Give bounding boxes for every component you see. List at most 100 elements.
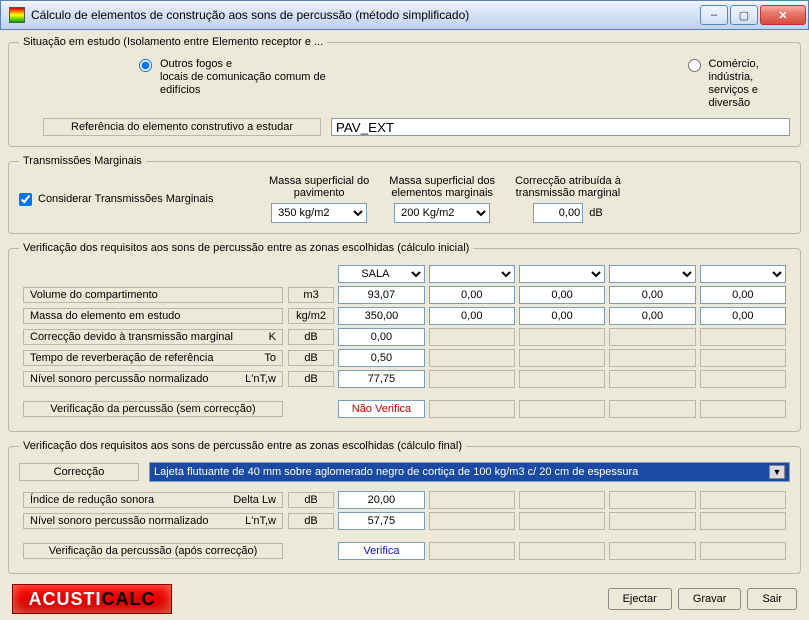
select-zona-4[interactable] — [609, 265, 695, 283]
label-correccao: Correcção — [19, 463, 139, 481]
close-button[interactable]: ✕ — [760, 5, 806, 25]
value-cell[interactable]: 0,00 — [429, 286, 515, 304]
unit-cell: dB — [288, 371, 334, 387]
button-sair[interactable]: Sair — [747, 588, 797, 610]
row-label: Volume do compartimento — [23, 287, 283, 303]
value-cell — [700, 512, 786, 530]
value-cell[interactable]: 0,00 — [338, 328, 424, 346]
verify-cell: Não Verifica — [338, 400, 424, 418]
value-cell — [700, 370, 786, 388]
value-cell — [609, 328, 695, 346]
value-cell — [519, 349, 605, 367]
row-label: Tempo de reverberação de referênciaTo — [23, 350, 283, 366]
verify-cell — [519, 400, 605, 418]
value-cell — [609, 349, 695, 367]
value-cell — [429, 491, 515, 509]
value-cell — [429, 328, 515, 346]
chevron-down-icon: ▼ — [769, 465, 785, 479]
value-cell — [519, 370, 605, 388]
value-cell[interactable]: 93,07 — [338, 286, 424, 304]
select-massa-pavimento[interactable]: 350 kg/m2 — [271, 203, 367, 223]
value-cell[interactable]: 0,00 — [700, 307, 786, 325]
value-cell[interactable]: 0,00 — [609, 307, 695, 325]
value-cell[interactable]: 0,00 — [519, 307, 605, 325]
value-cell[interactable]: 0,00 — [609, 286, 695, 304]
unit-cell: m3 — [288, 287, 334, 303]
value-cell[interactable]: 77,75 — [338, 370, 424, 388]
verify-cell — [609, 400, 695, 418]
label-massa-pavimento: Massa superficial do pavimento — [269, 175, 369, 199]
legend-situacao: Situação em estudo (Isolamento entre Ele… — [19, 36, 327, 48]
unit-cell: dB — [288, 329, 334, 345]
select-correccao[interactable]: Lajeta flutuante de 40 mm sobre aglomera… — [149, 462, 790, 482]
radio-comercio[interactable] — [688, 59, 701, 72]
window-title: Cálculo de elementos de construção aos s… — [31, 8, 700, 22]
label-considerar-tm: Considerar Transmissões Marginais — [38, 193, 213, 205]
verify-cell — [429, 542, 515, 560]
input-correccao-tm[interactable] — [533, 203, 583, 223]
value-cell — [519, 491, 605, 509]
value-cell — [700, 349, 786, 367]
verify-cell — [609, 542, 695, 560]
unit-cell: dB — [288, 492, 334, 508]
button-gravar[interactable]: Gravar — [678, 588, 742, 610]
value-cell — [429, 349, 515, 367]
value-cell — [519, 512, 605, 530]
checkbox-considerar-tm[interactable] — [19, 193, 32, 206]
row-verificacao: Verificação da percussão (após correcção… — [23, 543, 283, 559]
label-outros-fogos: Outros fogos e locais de comunicação com… — [160, 58, 338, 97]
group-situacao: Situação em estudo (Isolamento entre Ele… — [8, 36, 801, 147]
minimize-button[interactable]: – — [700, 5, 728, 25]
app-icon — [9, 7, 25, 23]
unit-db: dB — [589, 207, 602, 219]
select-zona-5[interactable] — [700, 265, 786, 283]
value-cell — [429, 512, 515, 530]
label-correccao-tm: Correcção atribuída à transmissão margin… — [515, 175, 621, 199]
value-cell — [700, 491, 786, 509]
verify-cell — [700, 400, 786, 418]
verify-cell: Verifica — [338, 542, 424, 560]
select-zona-3[interactable] — [519, 265, 605, 283]
select-massa-marginais[interactable]: 200 Kg/m2 — [394, 203, 490, 223]
value-cell[interactable]: 0,00 — [700, 286, 786, 304]
label-referencia: Referência do elemento construtivo a est… — [43, 118, 321, 136]
value-cell — [519, 328, 605, 346]
value-cell — [609, 491, 695, 509]
row-label: Correcção devido à transmissão marginalK — [23, 329, 283, 345]
unit-cell: dB — [288, 350, 334, 366]
value-cell[interactable]: 57,75 — [338, 512, 424, 530]
window-titlebar: Cálculo de elementos de construção aos s… — [0, 0, 809, 30]
legend-calculo-final: Verificação dos requisitos aos sons de p… — [19, 440, 466, 452]
select-zona-2[interactable] — [429, 265, 515, 283]
unit-cell: dB — [288, 513, 334, 529]
label-comercio: Comércio, indústria, serviços e diversão — [709, 58, 791, 110]
group-calculo-final: Verificação dos requisitos aos sons de p… — [8, 440, 801, 574]
select-correccao-value: Lajeta flutuante de 40 mm sobre aglomera… — [154, 466, 638, 478]
value-cell[interactable]: 350,00 — [338, 307, 424, 325]
row-verificacao: Verificação da percussão (sem correcção) — [23, 401, 283, 417]
value-cell[interactable]: 20,00 — [338, 491, 424, 509]
legend-calculo-inicial: Verificação dos requisitos aos sons de p… — [19, 242, 473, 254]
logo: ACUSTICALC — [12, 584, 172, 614]
row-label: Nível sonoro percussão normalizadoL'nT,w — [23, 513, 283, 529]
group-transmissoes: Transmissões Marginais Considerar Transm… — [8, 155, 801, 234]
legend-transmissoes: Transmissões Marginais — [19, 155, 146, 167]
value-cell — [609, 512, 695, 530]
value-cell — [609, 370, 695, 388]
row-label: Índice de redução sonoraDelta Lw — [23, 492, 283, 508]
group-calculo-inicial: Verificação dos requisitos aos sons de p… — [8, 242, 801, 432]
select-zona-1[interactable]: SALA — [338, 265, 424, 283]
row-label: Massa do elemento em estudo — [23, 308, 283, 324]
maximize-button[interactable]: ▢ — [730, 5, 758, 25]
radio-outros-fogos[interactable] — [139, 59, 152, 72]
label-massa-marginais: Massa superficial dos elementos marginai… — [389, 175, 495, 199]
button-ejectar[interactable]: Ejectar — [608, 588, 672, 610]
value-cell — [700, 328, 786, 346]
input-referencia[interactable] — [331, 118, 790, 136]
value-cell[interactable]: 0,00 — [429, 307, 515, 325]
value-cell[interactable]: 0,00 — [519, 286, 605, 304]
verify-cell — [700, 542, 786, 560]
unit-cell: kg/m2 — [288, 308, 334, 324]
verify-cell — [429, 400, 515, 418]
value-cell[interactable]: 0,50 — [338, 349, 424, 367]
